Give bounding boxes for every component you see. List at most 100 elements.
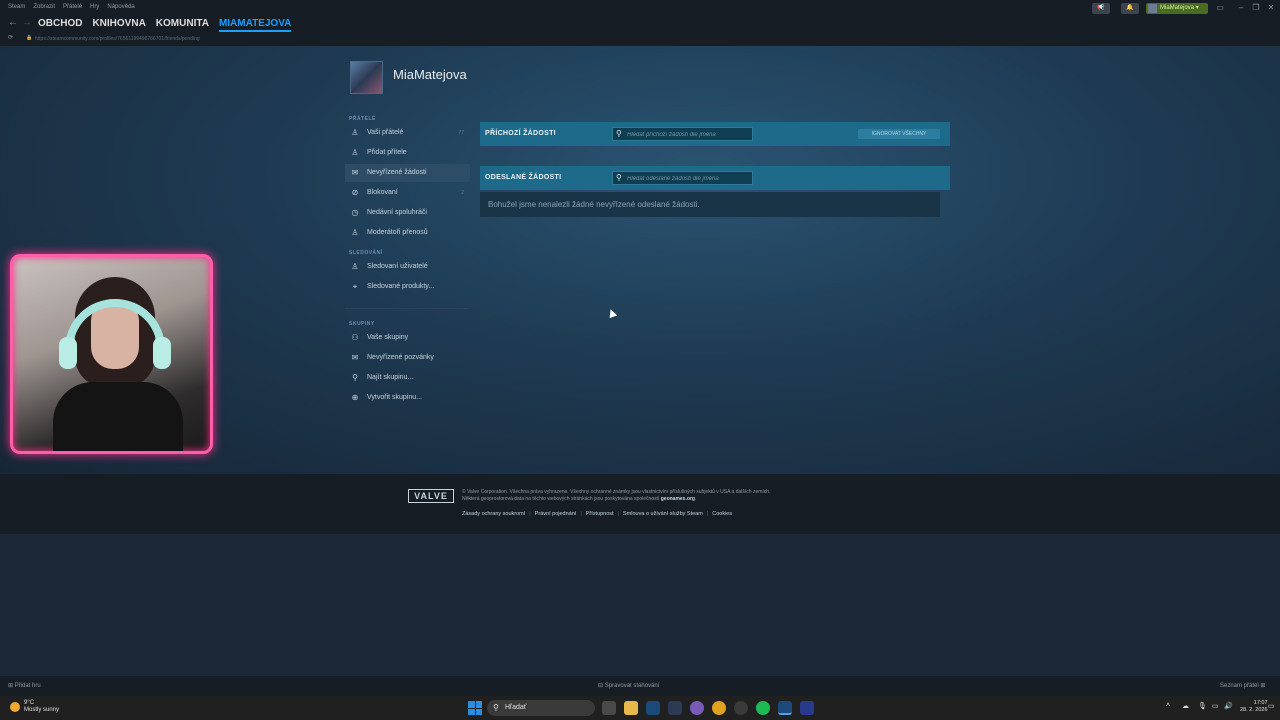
sidebar-item-pending-invites[interactable]: ✉ Nevyřízené pozvánky	[345, 349, 470, 367]
ignore-all-button[interactable]: IGNOROVAT VŠECHNY	[858, 129, 940, 139]
sidebar-item-followed-users[interactable]: ♙ Sledovaní uživatelé	[345, 258, 470, 276]
search-icon: ⚲	[493, 703, 499, 712]
system-clock[interactable]: 17:07 28. 2. 2026	[1240, 700, 1268, 714]
steam-app-icon[interactable]	[646, 701, 660, 715]
legal-link[interactable]: Právní pojednání	[535, 511, 577, 517]
steam-navbar: ← → OBCHOD KNIHOVNA KOMUNITA MIAMATEJOVA…	[0, 16, 1280, 46]
nav-community[interactable]: KOMUNITA	[156, 18, 209, 32]
outgoing-requests-title: ODESLANÉ ŽÁDOSTI	[485, 174, 562, 181]
menu-view[interactable]: Zobrazit	[33, 4, 55, 10]
add-person-icon: ♙	[351, 148, 359, 157]
sidebar-item-create-group[interactable]: ⊕ Vytvořit skupinu...	[345, 389, 470, 407]
task-view-icon[interactable]	[602, 701, 616, 715]
sidebar-item-pending-requests[interactable]: ✉ Nevyřízené žádosti	[345, 164, 470, 182]
reload-icon[interactable]: ⟳	[8, 34, 13, 41]
separator: |	[529, 511, 531, 517]
sidebar-item-your-friends[interactable]: ♙ Vaši přátelé 77	[345, 124, 470, 142]
steam-active-icon[interactable]	[778, 701, 792, 715]
sidebar-item-blocked[interactable]: ⊘ Blokovaní 2	[345, 184, 470, 202]
sidebar-item-your-groups[interactable]: ⚇ Vaše skupiny	[345, 329, 470, 347]
headphone-cup	[59, 337, 77, 369]
subscriber-agreement-link[interactable]: Smlouva o užívání služby Steam	[623, 511, 703, 517]
spotify-icon[interactable]	[756, 701, 770, 715]
nav-library[interactable]: KNIHOVNA	[92, 18, 145, 32]
cookies-link[interactable]: Cookies	[712, 511, 732, 517]
incoming-requests-title: PŘÍCHOZÍ ŽÁDOSTI	[485, 130, 556, 137]
sidebar-item-followed-products[interactable]: ⌖ Sledované produkty...	[345, 278, 470, 296]
sidebar-divider	[345, 308, 470, 309]
sidebar-item-broadcast-moderators[interactable]: ♙ Moderátoři přenosů	[345, 224, 470, 242]
notification-bell-icon[interactable]: 🔔	[1121, 3, 1139, 14]
followed-user-icon: ♙	[351, 262, 359, 271]
discord-icon[interactable]	[690, 701, 704, 715]
app-icon[interactable]	[734, 701, 748, 715]
sidebar-item-label: Vaše skupiny	[367, 334, 409, 341]
profile-avatar[interactable]	[350, 61, 383, 94]
sidebar-item-label: Blokovaní	[367, 189, 398, 196]
weather-widget[interactable]: 9°C Mostly sunny	[10, 700, 59, 714]
volume-icon[interactable]: 🔊	[1224, 702, 1233, 710]
envelope-icon: ✉	[351, 353, 359, 362]
sidebar-item-label: Nevyřízené pozvánky	[367, 354, 434, 361]
menu-help[interactable]: Nápověda	[107, 4, 134, 10]
accessibility-link[interactable]: Přístupnost	[586, 511, 614, 517]
file-explorer-icon[interactable]	[624, 701, 638, 715]
forward-arrow-icon[interactable]: →	[22, 17, 32, 28]
lock-icon: 🔒	[26, 35, 33, 41]
taskbar-search[interactable]: ⚲ Hľadať	[487, 700, 595, 716]
add-game-label: Přidat hru	[14, 683, 41, 689]
windows-start-icon[interactable]	[468, 701, 482, 715]
big-picture-icon[interactable]: ▭	[1215, 3, 1225, 13]
microphone-icon[interactable]: 🎙	[1198, 702, 1207, 710]
headphone-cup	[153, 337, 171, 369]
broadcast-icon[interactable]: 📢	[1092, 3, 1110, 14]
sidebar-item-label: Přidat přítele	[367, 149, 407, 156]
back-arrow-icon[interactable]: ←	[8, 17, 18, 28]
url-bar[interactable]: https://steamcommunity.com/profiles/7656…	[35, 36, 200, 42]
profile-name[interactable]: MiaMatejova	[393, 67, 467, 82]
privacy-policy-link[interactable]: Zásady ochrany soukromí	[462, 511, 525, 517]
downloads-label: Spravovat stahování	[604, 683, 660, 689]
sidebar-item-find-group[interactable]: ⚲ Najít skupinu...	[345, 369, 470, 387]
menu-steam[interactable]: Steam	[8, 4, 25, 10]
account-menu-button[interactable]: MiaMatejova ▾	[1146, 3, 1208, 14]
clock-time: 17:07	[1253, 700, 1268, 706]
sidebar-item-label: Sledovaní uživatelé	[367, 263, 428, 270]
geonames-link[interactable]: geonames.org	[661, 496, 695, 502]
sidebar-item-recent-players[interactable]: ◷ Nedávní spoluhráči	[345, 204, 470, 222]
envelope-icon: ✉	[351, 168, 359, 177]
chrome-icon[interactable]	[712, 701, 726, 715]
sidebar-item-label: Vytvořit skupinu...	[367, 394, 422, 401]
maximize-icon[interactable]: ❐	[1251, 3, 1261, 13]
network-icon[interactable]: ▭	[1212, 702, 1219, 710]
tray-chevron-icon[interactable]: ˄	[1166, 702, 1170, 709]
manage-downloads-button[interactable]: ⊟ Spravovat stahování	[598, 682, 659, 689]
cloud-icon[interactable]: ☁	[1182, 702, 1189, 710]
minimize-icon[interactable]: –	[1236, 3, 1246, 13]
app-icon[interactable]	[800, 701, 814, 715]
footer	[0, 474, 1280, 534]
valve-logo[interactable]: VALVE	[408, 489, 454, 503]
moderator-icon: ♙	[351, 228, 359, 237]
nav-store[interactable]: OBCHOD	[38, 18, 82, 32]
sidebar-item-add-friend[interactable]: ♙ Přidat přítele	[345, 144, 470, 162]
menu-games[interactable]: Hry	[90, 4, 99, 10]
friends-list-button[interactable]: Seznam přátel ⊞	[1220, 682, 1265, 689]
app-icon[interactable]	[668, 701, 682, 715]
notifications-icon[interactable]: ▭	[1268, 702, 1275, 710]
search-icon: ⚲	[616, 173, 622, 182]
menu-friends[interactable]: Přátelé	[63, 4, 82, 10]
close-icon[interactable]: ✕	[1266, 3, 1276, 13]
incoming-search-input[interactable]	[627, 129, 751, 140]
separator: |	[706, 511, 709, 517]
incoming-requests-header: PŘÍCHOZÍ ŽÁDOSTI ⚲ IGNOROVAT VŠECHNY	[480, 122, 950, 146]
outgoing-search-input[interactable]	[627, 173, 751, 184]
webcam-overlay	[10, 254, 213, 454]
incoming-search-box: ⚲	[612, 127, 753, 141]
add-game-button[interactable]: ⊞ Přidat hru	[8, 682, 41, 689]
page-background	[0, 534, 1280, 676]
empty-state-message: Bohužel jsme nenalezli žádné nevyřízené …	[480, 192, 940, 217]
separator: |	[580, 511, 582, 517]
nav-profile[interactable]: MIAMATEJOVA	[218, 18, 292, 32]
outgoing-requests-header: ODESLANÉ ŽÁDOSTI ⚲	[480, 166, 950, 190]
